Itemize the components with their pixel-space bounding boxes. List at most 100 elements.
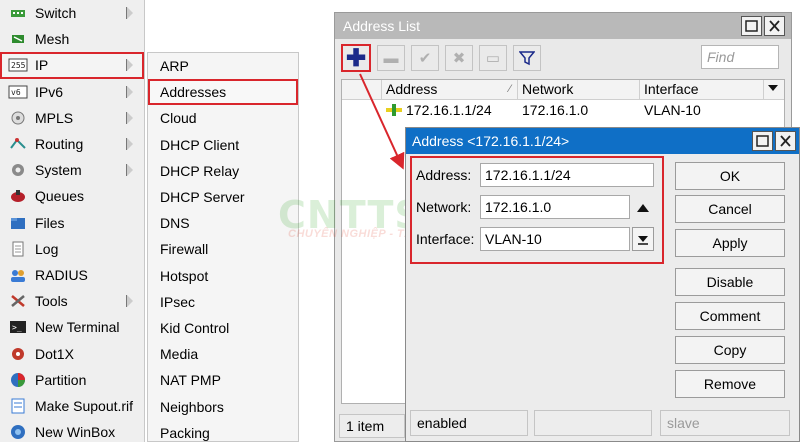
dialog-maximize-button[interactable] [752,131,773,151]
menu-item-tools[interactable]: Tools [0,288,144,314]
menu-item-ipv6[interactable]: v6 IPv6 [0,79,144,105]
column-network[interactable]: Network [518,80,640,99]
menu-item-label: IP [35,57,49,74]
submenu-item-media[interactable]: Media [148,341,298,367]
menu-item-label: MPLS [35,109,74,126]
menu-item-ip[interactable]: 255 IP [0,52,144,79]
users-icon [8,266,28,284]
submenu-item-nat-pmp[interactable]: NAT PMP [148,367,298,393]
menu-item-system[interactable]: System [0,157,144,183]
terminal-icon: >_ [8,318,28,336]
menu-item-new-winbox[interactable]: New WinBox [0,419,144,442]
ok-button[interactable]: OK [675,162,785,190]
menu-item-make-supout[interactable]: Make Supout.rif [0,393,144,419]
menu-item-label: Routing [35,136,84,153]
cancel-button[interactable]: Cancel [675,195,785,223]
submenu-item-neighbors[interactable]: Neighbors [148,393,298,419]
menu-item-queues[interactable]: Queues [0,183,144,209]
menu-item-mpls[interactable]: MPLS [0,105,144,131]
address-dialog-titlebar[interactable]: Address <172.16.1.1/24> [406,128,799,154]
submenu-item-dns[interactable]: DNS [148,210,298,236]
filter-button[interactable] [513,45,541,71]
interface-dropdown-button[interactable] [632,227,654,251]
disable-button[interactable]: ✖ [445,45,473,71]
address-row: Address: 172.16.1.1/24 [416,162,654,188]
remove-button[interactable]: ▬ [377,45,405,71]
submenu-item-addresses[interactable]: Addresses [148,79,298,106]
row-marker [342,100,382,120]
dropdown-arrow-icon [638,236,648,245]
remove-button[interactable]: Remove [675,370,785,398]
address-dialog: Address <172.16.1.1/24> Address: 172.16.… [405,127,800,442]
menu-item-new-terminal[interactable]: >_ New Terminal [0,314,144,340]
status-empty [534,410,652,436]
ipv6-icon: v6 [8,83,28,101]
apply-button[interactable]: Apply [675,229,785,257]
menu-item-switch[interactable]: Switch [0,0,144,26]
address-fields-group: Address: 172.16.1.1/24 Network: 172.16.1… [410,156,664,264]
submenu-item-dhcp-client[interactable]: DHCP Client [148,132,298,158]
menu-item-label: Tools [35,293,68,310]
submenu-item-hotspot[interactable]: Hotspot [148,263,298,289]
find-input[interactable]: Find [701,45,779,69]
menu-item-label: New WinBox [35,424,116,441]
log-icon [8,240,28,258]
menu-item-dot1x[interactable]: Dot1X [0,340,144,366]
menu-item-label: IPv6 [35,83,64,100]
copy-button[interactable]: Copy [675,336,785,364]
comment-button[interactable]: ▭ [479,45,507,71]
address-list-titlebar[interactable]: Address List [335,13,791,39]
menu-item-files[interactable]: Files [0,210,144,236]
close-icon [769,20,780,32]
item-count: 1 item [339,414,405,438]
close-button[interactable] [764,16,785,36]
submenu-item-arp[interactable]: ARP [148,53,298,79]
address-icon [386,101,402,121]
table-header: Address ⁄ Network Interface [342,80,784,100]
plus-icon: ✚ [345,44,367,72]
menu-item-label: New Terminal [35,319,120,336]
menu-item-partition[interactable]: Partition [0,367,144,393]
column-address[interactable]: Address ⁄ [382,80,518,99]
submenu-item-firewall[interactable]: Firewall [148,236,298,262]
submenu-item-packing[interactable]: Packing [148,420,298,442]
menu-item-label: Switch [35,5,77,22]
menu-item-radius[interactable]: RADIUS [0,262,144,288]
submenu-item-dhcp-server[interactable]: DHCP Server [148,184,298,210]
column-chooser[interactable] [764,80,784,99]
add-button[interactable]: ✚ [341,44,371,72]
window-title: Address List [343,18,421,34]
maximize-button[interactable] [741,16,762,36]
ip-submenu: ARP Addresses Cloud DHCP Client DHCP Rel… [147,52,299,442]
address-list-toolbar: ✚ ▬ ✔ ✖ ▭ Find [335,39,791,77]
interface-select[interactable]: VLAN-10 [480,227,630,251]
menu-item-label: System [35,162,82,179]
comment-button[interactable]: Comment [675,302,785,330]
column-interface[interactable]: Interface [640,80,764,99]
submenu-item-ipsec[interactable]: IPsec [148,289,298,315]
network-expand-icon[interactable] [637,200,649,216]
main-menu: Switch Mesh 255 IP v6 IPv6 MPLS Routing … [0,0,145,442]
submenu-item-cloud[interactable]: Cloud [148,105,298,131]
menu-item-routing[interactable]: Routing [0,131,144,157]
disable-button[interactable]: Disable [675,268,785,296]
submenu-arrow-icon [126,295,134,308]
menu-item-label: Mesh [35,31,70,48]
switch-icon [8,4,28,22]
address-field[interactable]: 172.16.1.1/24 [480,163,654,187]
enable-button[interactable]: ✔ [411,45,439,71]
dot1x-icon [8,345,28,363]
sort-icon: ⁄ [509,83,511,95]
network-field[interactable]: 172.16.1.0 [480,195,630,219]
interface-cell: VLAN-10 [644,102,701,118]
menu-item-log[interactable]: Log [0,236,144,262]
svg-text:>_: >_ [12,323,22,332]
network-row: Network: 172.16.1.0 [416,194,630,220]
table-row[interactable]: 172.16.1.1/24 172.16.1.0 VLAN-10 [342,100,784,120]
submenu-item-dhcp-relay[interactable]: DHCP Relay [148,158,298,184]
filter-icon [519,51,535,66]
menu-item-mesh[interactable]: Mesh [0,26,144,52]
dialog-close-button[interactable] [775,131,796,151]
column-label: Address [386,81,438,97]
submenu-item-kid-control[interactable]: Kid Control [148,315,298,341]
